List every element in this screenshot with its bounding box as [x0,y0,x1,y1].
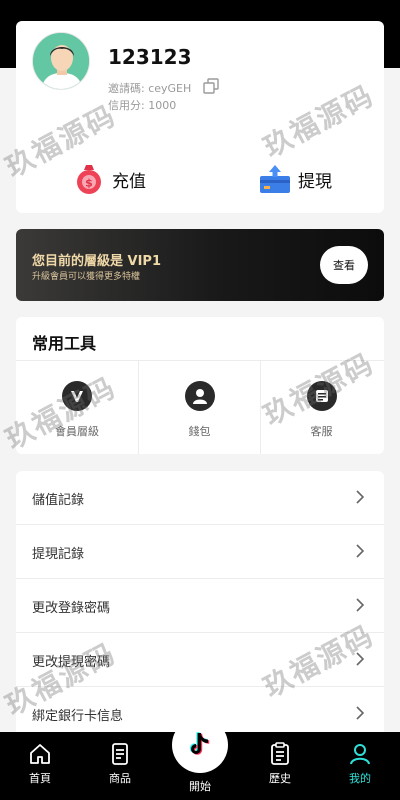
menu-item-change-login-password[interactable]: 更改登錄密碼 [16,579,384,633]
profile-icon [350,744,370,765]
svg-text:$: $ [85,177,93,190]
chevron-right-icon [356,706,364,720]
tab-label: 歷史 [269,772,291,785]
history-icon [271,742,289,765]
chevron-right-icon [356,544,364,558]
avatar-person-icon [33,33,89,89]
member-level-icon [62,381,92,411]
vip-subtitle: 升級會員可以獲得更多特權 [32,272,141,282]
tab-label: 我的 [349,772,371,785]
menu-label: 更改提現密碼 [32,655,111,670]
settings-menu: 儲值記錄 提現記錄 更改登錄密碼 更改提現密碼 綁定銀行卡信息 [16,471,384,741]
credit-score: 信用分: 1000 [108,99,177,112]
products-icon [112,743,128,765]
tool-label: 錢包 [188,425,211,438]
tab-label: 首頁 [29,772,51,785]
tab-products[interactable]: 商品 [80,732,160,800]
menu-label: 儲值記錄 [32,493,85,508]
tool-customer-service[interactable]: 客服 [260,361,382,454]
menu-label: 更改登錄密碼 [32,601,111,616]
tools-title: 常用工具 [32,334,97,353]
menu-item-withdraw-records[interactable]: 提現記錄 [16,525,384,579]
menu-label: 提現記錄 [32,547,85,562]
menu-item-recharge-records[interactable]: 儲值記錄 [16,471,384,525]
tab-profile[interactable]: 我的 [320,732,400,800]
tab-home[interactable]: 首頁 [0,732,80,800]
home-icon [30,744,50,764]
tool-wallet[interactable]: 錢包 [138,361,260,454]
start-label: 開始 [189,780,211,793]
customer-service-icon [306,381,337,411]
money-bag-icon: $ [77,165,101,194]
withdraw-label: 提現 [298,171,332,192]
profile-card: 123123 邀請碼: ceyGEH 信用分: 1000 $ 充值 提現 [16,21,384,213]
start-button[interactable] [172,717,228,773]
tiktok-icon [189,732,210,755]
copy-icon[interactable] [203,78,219,94]
username: 123123 [108,45,192,69]
tool-member-level[interactable]: 會員層級 [16,361,138,454]
chevron-right-icon [356,652,364,666]
avatar[interactable] [32,32,90,90]
menu-label: 綁定銀行卡信息 [32,709,124,724]
recharge-button[interactable]: $ 充值 [72,161,146,197]
recharge-label: 充值 [112,171,146,192]
view-vip-button[interactable]: 查看 [320,246,368,284]
tool-label: 客服 [310,425,333,438]
withdraw-box-icon [260,165,290,193]
withdraw-button[interactable]: 提現 [258,161,332,197]
tab-label: 商品 [109,772,131,785]
invite-code: 邀請碼: ceyGEH [108,82,192,95]
tools-card: 常用工具 會員層級 錢包 客服 [16,317,384,454]
chevron-right-icon [356,598,364,612]
chevron-right-icon [356,490,364,504]
tool-label: 會員層級 [55,425,99,438]
menu-item-change-withdraw-password[interactable]: 更改提現密碼 [16,633,384,687]
vip-banner: 您目前的層級是 VIP1 升級會員可以獲得更多特權 查看 [16,229,384,301]
vip-level-title: 您目前的層級是 VIP1 [32,254,161,269]
tab-history[interactable]: 歷史 [240,732,320,800]
wallet-icon [184,381,215,411]
